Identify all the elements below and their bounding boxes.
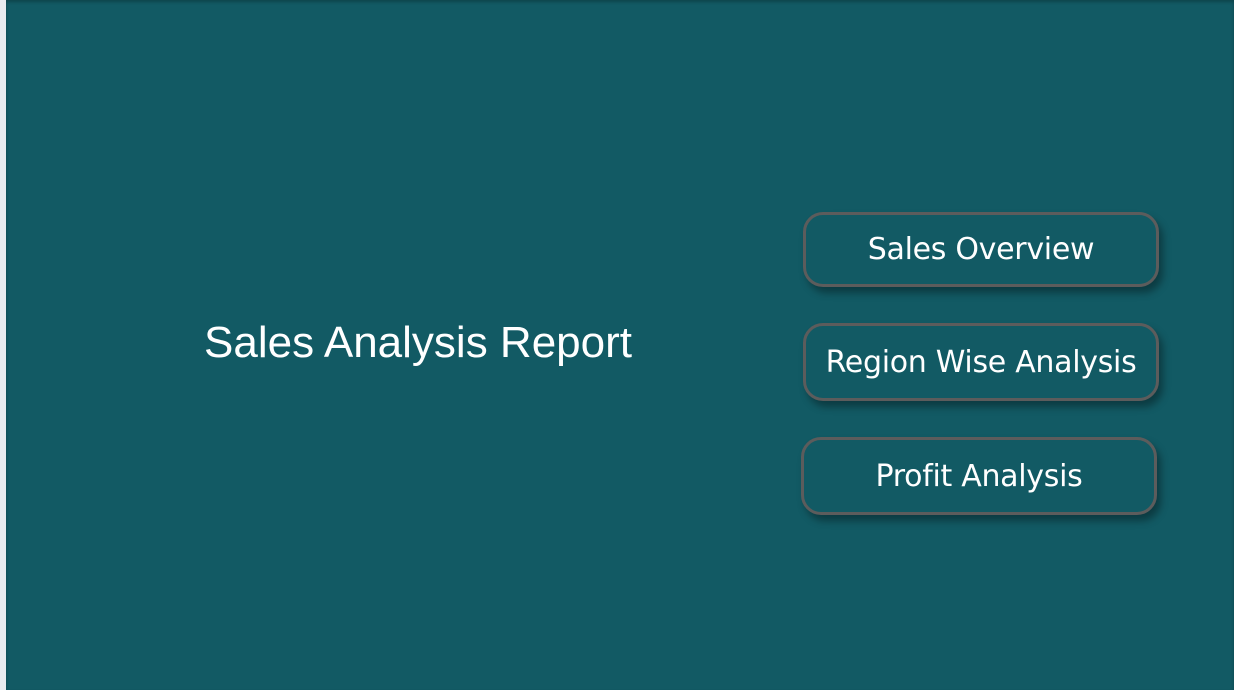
profit-analysis-button[interactable]: Profit Analysis bbox=[801, 437, 1157, 515]
sales-overview-label: Sales Overview bbox=[867, 232, 1095, 267]
sales-overview-button[interactable]: Sales Overview bbox=[803, 212, 1159, 287]
profit-analysis-label: Profit Analysis bbox=[875, 458, 1083, 494]
region-wise-analysis-label: Region Wise Analysis bbox=[825, 344, 1137, 380]
report-canvas: Sales Analysis Report Sales Overview Reg… bbox=[6, 0, 1234, 690]
page-title: Sales Analysis Report bbox=[204, 318, 632, 367]
region-wise-analysis-button[interactable]: Region Wise Analysis bbox=[803, 323, 1159, 401]
